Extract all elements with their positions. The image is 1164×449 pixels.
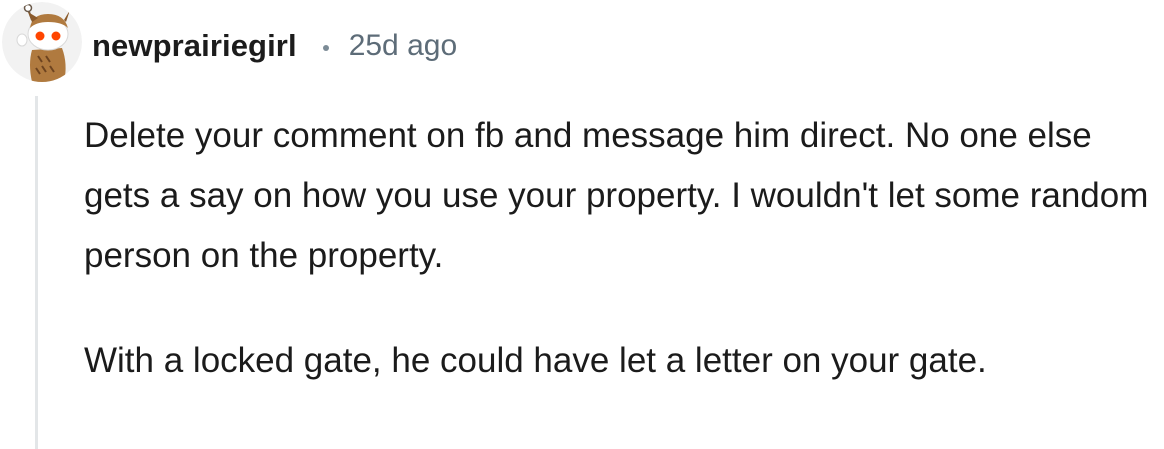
separator-dot [322,45,329,51]
comment-paragraph: Delete your comment on fb and message hi… [84,116,1149,275]
comment: newprairiegirl 25d ago Delete your comme… [0,0,1164,449]
comment-paragraph: With a locked gate, he could have let a … [84,341,987,380]
comment-header: newprairiegirl 25d ago [92,22,457,70]
username-link[interactable]: newprairiegirl [92,28,297,64]
timestamp[interactable]: 25d ago [349,29,457,63]
comment-body: Delete your comment on fb and message hi… [84,106,1160,391]
user-avatar[interactable] [2,2,82,82]
snoo-owl-avatar-icon [2,2,82,82]
thread-line[interactable] [35,96,38,449]
